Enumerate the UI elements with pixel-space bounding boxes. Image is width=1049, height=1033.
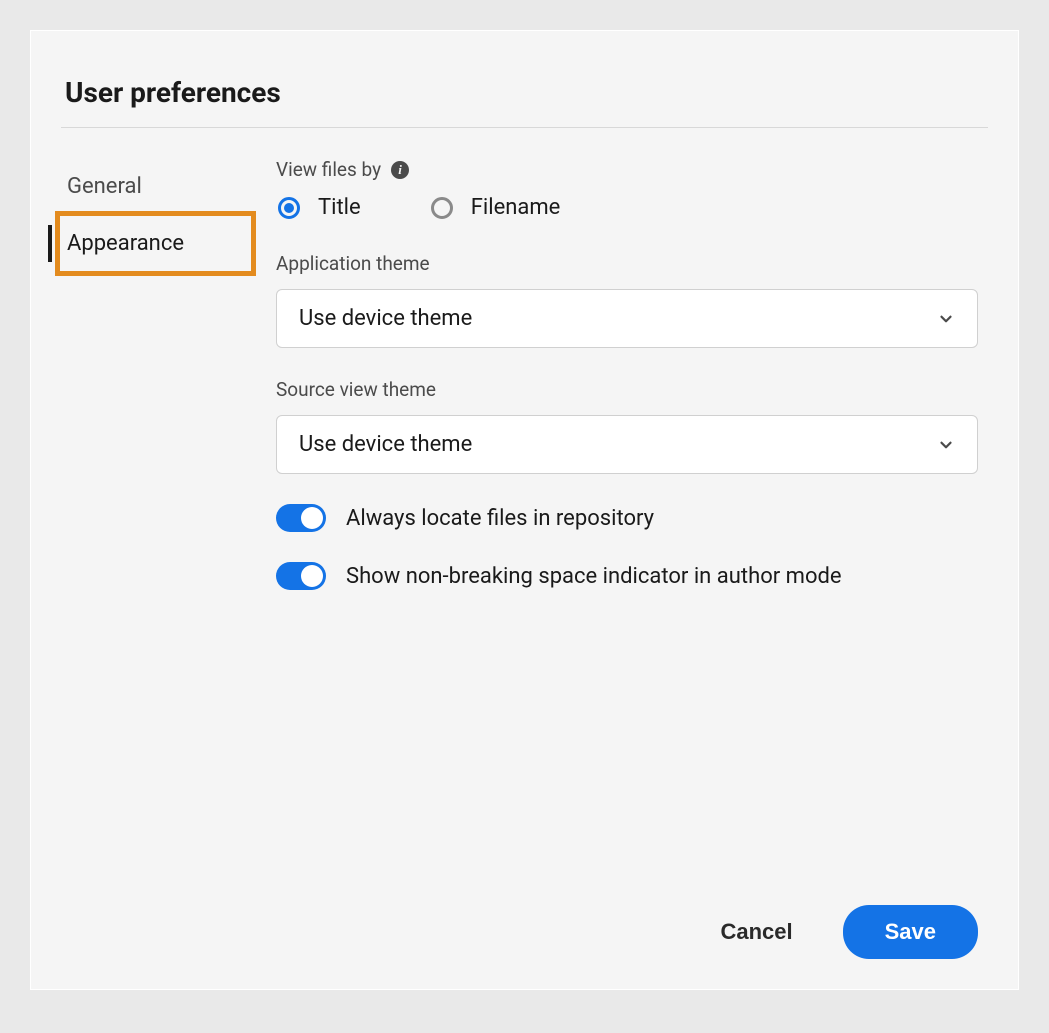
footer: Cancel Save xyxy=(61,865,988,959)
view-files-by-label-text: View files by xyxy=(276,158,381,181)
toggle-nbsp-indicator[interactable] xyxy=(276,562,326,590)
radio-option-filename[interactable]: Filename xyxy=(431,195,561,220)
radio-input-filename[interactable] xyxy=(431,197,453,219)
application-theme-label: Application theme xyxy=(276,252,978,275)
cancel-button[interactable]: Cancel xyxy=(720,919,792,945)
view-files-by-label: View files by i xyxy=(276,158,978,181)
sidebar-item-general[interactable]: General xyxy=(61,158,246,215)
radio-input-title[interactable] xyxy=(278,197,300,219)
active-indicator xyxy=(48,225,52,262)
select-value: Use device theme xyxy=(299,306,472,331)
radio-label: Filename xyxy=(471,195,561,220)
source-view-theme-select[interactable]: Use device theme xyxy=(276,415,978,474)
toggle-row-locate: Always locate files in repository xyxy=(276,504,978,532)
application-theme-select[interactable]: Use device theme xyxy=(276,289,978,348)
panel-body: General Appearance View files by i Title xyxy=(61,158,988,865)
sidebar: General Appearance xyxy=(61,158,246,865)
sidebar-item-label: General xyxy=(67,174,142,199)
chevron-down-icon xyxy=(937,310,955,328)
select-value: Use device theme xyxy=(299,432,472,457)
toggle-label: Always locate files in repository xyxy=(346,506,654,531)
sidebar-item-label: Appearance xyxy=(67,231,184,256)
chevron-down-icon xyxy=(937,436,955,454)
radio-label: Title xyxy=(318,195,361,220)
divider xyxy=(61,127,988,128)
save-button[interactable]: Save xyxy=(843,905,978,959)
toggle-always-locate[interactable] xyxy=(276,504,326,532)
info-icon[interactable]: i xyxy=(391,161,409,179)
toggle-label: Show non-breaking space indicator in aut… xyxy=(346,564,842,589)
source-view-theme-label: Source view theme xyxy=(276,378,978,401)
toggle-row-nbsp: Show non-breaking space indicator in aut… xyxy=(276,562,978,590)
sidebar-item-appearance[interactable]: Appearance xyxy=(61,215,246,272)
user-preferences-panel: User preferences General Appearance View… xyxy=(30,30,1019,990)
radio-option-title[interactable]: Title xyxy=(278,195,361,220)
panel-title: User preferences xyxy=(61,76,988,109)
view-files-by-radio-group: Title Filename xyxy=(276,195,978,220)
content-area: View files by i Title Filename Applicati… xyxy=(276,158,988,865)
